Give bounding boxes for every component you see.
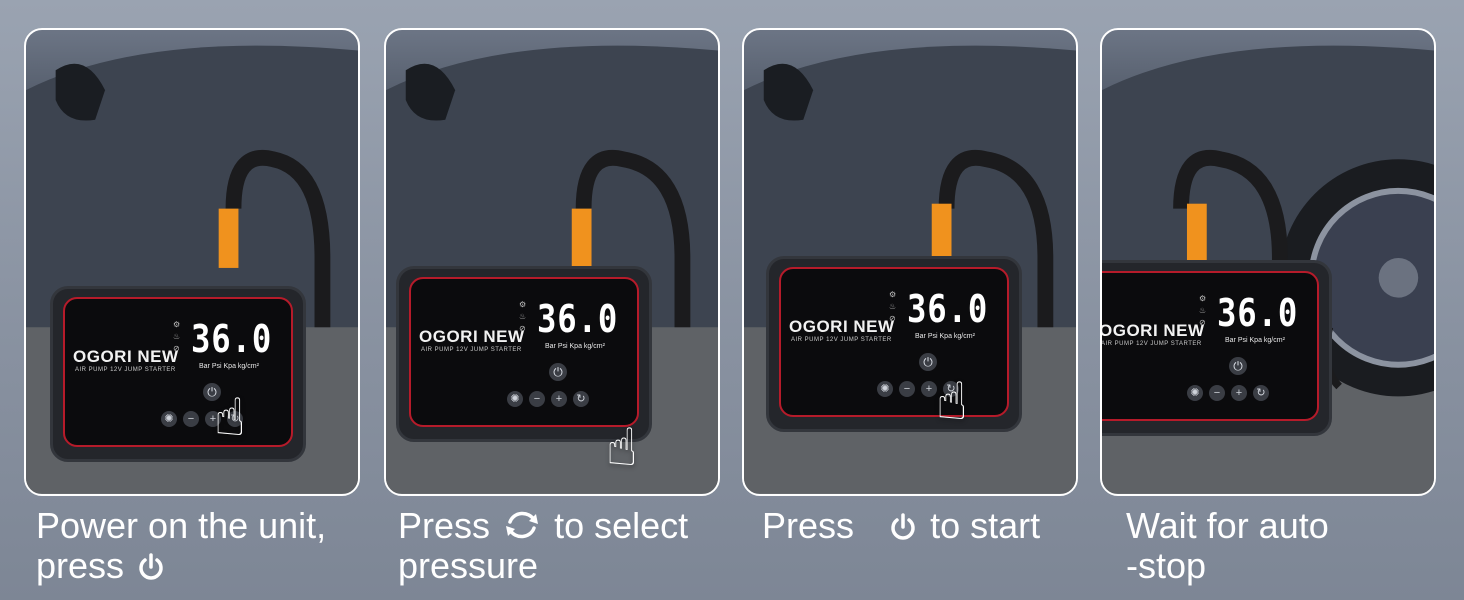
light-button[interactable]: ✺ (1187, 385, 1203, 401)
step-2-panel: OGORI NEW AIR PUMP 12V JUMP STARTER ⚙ ♨ ⊘ … (384, 28, 720, 496)
brand-subtitle: AIR PUMP 12V JUMP STARTER (791, 337, 892, 343)
mode-icons: ⚙ ♨ ⊘ (519, 300, 527, 333)
brand-logo: OGORI NEW (73, 347, 179, 366)
caption-line: pressure (398, 545, 539, 586)
caption-line: Wait for auto (1126, 505, 1329, 546)
pump-screen: OGORI NEW AIR PUMP 12V JUMP STARTER ⚙ ♨ ⊘ … (779, 267, 1009, 417)
brand-subtitle: AIR PUMP 12V JUMP STARTER (421, 347, 522, 353)
unit-labels: Bar Psi Kpa kg/cm² (915, 333, 975, 340)
pump-screen: OGORI NEW AIR PUMP 12V JUMP STARTER ⚙ ♨ ⊘ … (63, 297, 293, 447)
power-icon (891, 513, 915, 540)
power-button[interactable]: ⏻ (919, 353, 937, 371)
step-1-caption: Power on the unit, press (36, 506, 326, 586)
caption-line: Press to select (398, 506, 688, 546)
caption-text: Press (762, 505, 855, 546)
brand-logo: OGORI NEW (419, 327, 525, 346)
pump-device: OGORI NEW AIR PUMP 12V JUMP STARTER ⚙ ♨ ⊘ … (1100, 260, 1332, 436)
pressure-reading: 36.0 (191, 317, 273, 361)
pointing-hand-icon: ☝ (936, 373, 968, 431)
pump-device: OGORI NEW AIR PUMP 12V JUMP STARTER ⚙ ♨ ⊘ … (50, 286, 306, 462)
power-icon (139, 553, 163, 580)
pressure-reading: 36.0 (537, 297, 619, 341)
light-button[interactable]: ✺ (877, 381, 893, 397)
step-4-panel: OGORI NEW AIR PUMP 12V JUMP STARTER ⚙ ♨ ⊘ … (1100, 28, 1436, 496)
power-button[interactable]: ⏻ (549, 363, 567, 381)
pressure-reading: 36.0 (1217, 291, 1299, 335)
minus-button[interactable]: − (529, 391, 545, 407)
unit-labels: Bar Psi Kpa kg/cm² (199, 363, 259, 370)
caption-text: press (36, 545, 125, 586)
pump-screen: OGORI NEW AIR PUMP 12V JUMP STARTER ⚙ ♨ ⊘ … (409, 277, 639, 427)
caption-line: Power on the unit, (36, 505, 327, 546)
mode-button[interactable]: ↻ (573, 391, 589, 407)
pointing-hand-icon: ☝ (214, 389, 246, 447)
refresh-icon (506, 511, 539, 539)
pump-device: OGORI NEW AIR PUMP 12V JUMP STARTER ⚙ ♨ ⊘ … (766, 256, 1022, 432)
mode-icons: ⚙ ♨ ⊘ (889, 290, 897, 323)
minus-button[interactable]: − (1209, 385, 1225, 401)
plus-button[interactable]: + (1231, 385, 1247, 401)
step-1-panel: OGORI NEW AIR PUMP 12V JUMP STARTER ⚙ ♨ ⊘ … (24, 28, 360, 496)
brand-subtitle: AIR PUMP 12V JUMP STARTER (75, 367, 176, 373)
power-button[interactable]: ⏻ (1229, 357, 1247, 375)
plus-button[interactable]: + (921, 381, 937, 397)
caption-text: to start (930, 505, 1041, 546)
caption-line: -stop (1126, 545, 1207, 586)
pointing-hand-icon: ☝ (606, 419, 638, 477)
step-3-caption: Press to start (762, 506, 1040, 546)
mode-button[interactable]: ↻ (1253, 385, 1269, 401)
control-buttons: ✺ − + ↻ (1187, 385, 1269, 401)
pressure-reading: 36.0 (907, 287, 989, 331)
brand-logo: OGORI NEW (1100, 321, 1205, 340)
step-3-panel: OGORI NEW AIR PUMP 12V JUMP STARTER ⚙ ♨ ⊘ … (742, 28, 1078, 496)
light-button[interactable]: ✺ (507, 391, 523, 407)
pump-device: OGORI NEW AIR PUMP 12V JUMP STARTER ⚙ ♨ ⊘ … (396, 266, 652, 442)
plus-button[interactable]: + (551, 391, 567, 407)
brand-subtitle: AIR PUMP 12V JUMP STARTER (1101, 341, 1202, 347)
light-button[interactable]: ✺ (161, 411, 177, 427)
mode-icons: ⚙ ♨ ⊘ (1199, 294, 1207, 327)
caption-text: to select (554, 505, 689, 546)
minus-button[interactable]: − (899, 381, 915, 397)
step-2-caption: Press to select pressure (398, 506, 688, 586)
mode-icons: ⚙ ♨ ⊘ (173, 320, 181, 353)
caption-line: press (36, 546, 326, 586)
unit-labels: Bar Psi Kpa kg/cm² (545, 343, 605, 350)
control-buttons: ✺ − + ↻ (507, 391, 589, 407)
caption-line: Press to start (762, 506, 1040, 546)
step-4-caption: Wait for auto -stop (1126, 506, 1329, 586)
pump-screen: OGORI NEW AIR PUMP 12V JUMP STARTER ⚙ ♨ ⊘ … (1100, 271, 1319, 421)
unit-labels: Bar Psi Kpa kg/cm² (1225, 337, 1285, 344)
caption-text: Press (398, 505, 491, 546)
minus-button[interactable]: − (183, 411, 199, 427)
brand-logo: OGORI NEW (789, 317, 895, 336)
